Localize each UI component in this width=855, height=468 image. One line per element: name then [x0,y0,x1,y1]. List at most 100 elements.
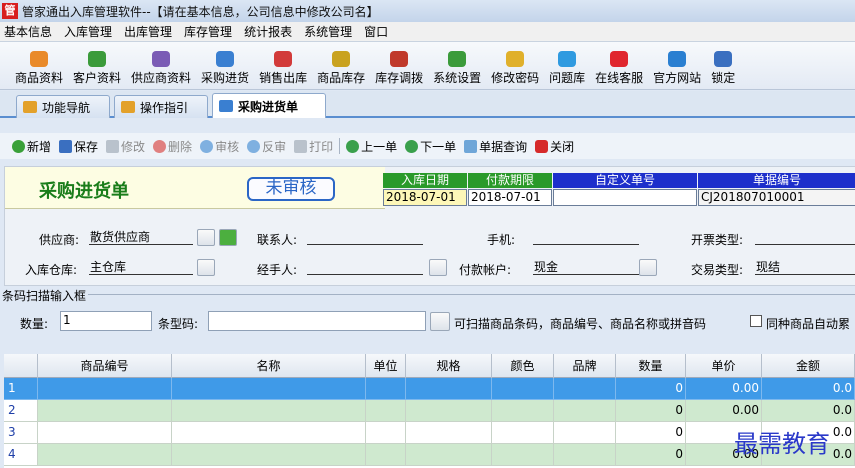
toolbar-button-lock[interactable]: 锁定 [706,51,740,89]
table-cell[interactable] [38,378,172,400]
edit-button[interactable]: 修改 [106,138,145,155]
table-row[interactable]: 2 0 0.00 0.0 [4,400,855,422]
tab-function-nav[interactable]: 功能导航 [16,95,110,118]
auto-merge-checkbox[interactable] [750,315,762,327]
table-cell[interactable] [554,400,616,422]
table-cell[interactable]: 0.0 [762,378,855,400]
col-header-color[interactable]: 颜色 [492,354,554,378]
table-cell[interactable] [406,400,492,422]
print-button[interactable]: 打印 [294,138,333,155]
barcode-input[interactable] [208,311,426,331]
toolbar-button-box[interactable]: 商品资料 [10,51,68,89]
col-header-item-code[interactable]: 商品编号 [38,354,172,378]
table-row[interactable]: 1 0 0.00 0.0 [4,378,855,400]
table-cell[interactable] [172,422,366,444]
table-cell[interactable] [38,400,172,422]
table-cell[interactable] [406,378,492,400]
warehouse-select-icon[interactable] [197,259,215,276]
unaudit-button[interactable]: 反审 [247,138,286,155]
col-header-brand[interactable]: 品牌 [554,354,616,378]
toolbar-button-truck[interactable]: 采购进货 [196,51,254,89]
table-cell[interactable] [366,444,406,466]
table-cell[interactable] [38,422,172,444]
menu-inbound[interactable]: 入库管理 [58,22,118,42]
toolbar-button-gift[interactable]: 销售出库 [254,51,312,89]
search-icon[interactable] [430,312,450,331]
col-header-name[interactable]: 名称 [172,354,366,378]
prev-doc-button[interactable]: 上一单 [346,138,397,155]
handler-field[interactable] [307,259,423,275]
col-header-unit[interactable]: 单位 [366,354,406,378]
table-cell[interactable]: 0.00 [686,400,762,422]
table-cell[interactable] [406,422,492,444]
table-cell[interactable]: 0 [616,400,686,422]
menu-reports[interactable]: 统计报表 [238,22,298,42]
toolbar-button-help[interactable]: 问题库 [544,51,590,89]
table-cell[interactable] [366,400,406,422]
tab-operation-guide[interactable]: 操作指引 [114,95,208,118]
quantity-input[interactable]: 1 [60,311,152,331]
toolbar-button-customer[interactable]: 客户资料 [68,51,126,89]
new-button[interactable]: 新增 [12,138,51,155]
supplier-field[interactable]: 散货供应商 [89,229,193,245]
phone-field[interactable] [533,229,639,245]
toolbar-button-key[interactable]: 修改密码 [486,51,544,89]
table-cell[interactable] [366,378,406,400]
table-cell[interactable] [554,378,616,400]
menu-inventory[interactable]: 库存管理 [178,22,238,42]
supplier-select-icon[interactable] [197,229,215,246]
custom-no-input[interactable] [553,189,697,206]
handler-select-icon[interactable] [429,259,447,276]
table-cell[interactable] [492,400,554,422]
invoice-type-field[interactable] [755,229,855,245]
table-cell[interactable] [38,444,172,466]
table-cell[interactable]: 0.0 [762,400,855,422]
menu-window[interactable]: 窗口 [358,22,394,42]
pay-due-input[interactable]: 2018-07-01 [468,189,552,206]
table-cell[interactable] [554,422,616,444]
col-header-price[interactable]: 单价 [686,354,762,378]
table-cell[interactable]: 0.00 [686,378,762,400]
table-cell[interactable] [366,422,406,444]
close-button[interactable]: 关闭 [535,138,574,155]
table-cell[interactable] [172,444,366,466]
menu-basic-info[interactable]: 基本信息 [0,22,58,42]
table-cell[interactable]: 0 [616,378,686,400]
contact-field[interactable] [307,229,423,245]
col-header-spec[interactable]: 规格 [406,354,492,378]
toolbar-button-transfer[interactable]: 库存调拨 [370,51,428,89]
menu-system[interactable]: 系统管理 [298,22,358,42]
table-cell[interactable]: 0 [616,422,686,444]
tab-purchase-order[interactable]: 采购进货单 [212,93,326,118]
table-cell[interactable]: 0 [616,444,686,466]
toolbar-button-settings[interactable]: 系统设置 [428,51,486,89]
grid-header: 商品编号 名称 单位 规格 颜色 品牌 数量 单价 金额 [4,354,855,378]
table-row[interactable]: 4 0 0.00 0.0 [4,444,855,466]
save-button[interactable]: 保存 [59,138,98,155]
col-header-amount[interactable]: 金额 [762,354,855,378]
toolbar-button-supplier[interactable]: 供应商资料 [126,51,196,89]
table-cell[interactable] [492,444,554,466]
col-header-qty[interactable]: 数量 [616,354,686,378]
toolbar-button-stock[interactable]: 商品库存 [312,51,370,89]
table-cell[interactable] [492,378,554,400]
add-supplier-icon[interactable] [219,229,237,246]
pay-account-select-icon[interactable] [639,259,657,276]
query-doc-button[interactable]: 单据查询 [464,138,527,155]
table-cell[interactable] [172,378,366,400]
pay-account-field[interactable]: 现金 [533,259,639,275]
table-cell[interactable] [406,444,492,466]
table-row[interactable]: 3 0 0.0 [4,422,855,444]
warehouse-field[interactable]: 主仓库 [89,259,193,275]
trade-type-field[interactable]: 现结 [755,259,855,275]
in-date-input[interactable]: 2018-07-01 [383,189,467,206]
audit-button[interactable]: 审核 [200,138,239,155]
table-cell[interactable] [172,400,366,422]
table-cell[interactable] [554,444,616,466]
toolbar-button-chat[interactable]: 在线客服 [590,51,648,89]
toolbar-button-browser[interactable]: 官方网站 [648,51,706,89]
next-doc-button[interactable]: 下一单 [405,138,456,155]
delete-button[interactable]: 删除 [153,138,192,155]
table-cell[interactable] [492,422,554,444]
menu-outbound[interactable]: 出库管理 [118,22,178,42]
